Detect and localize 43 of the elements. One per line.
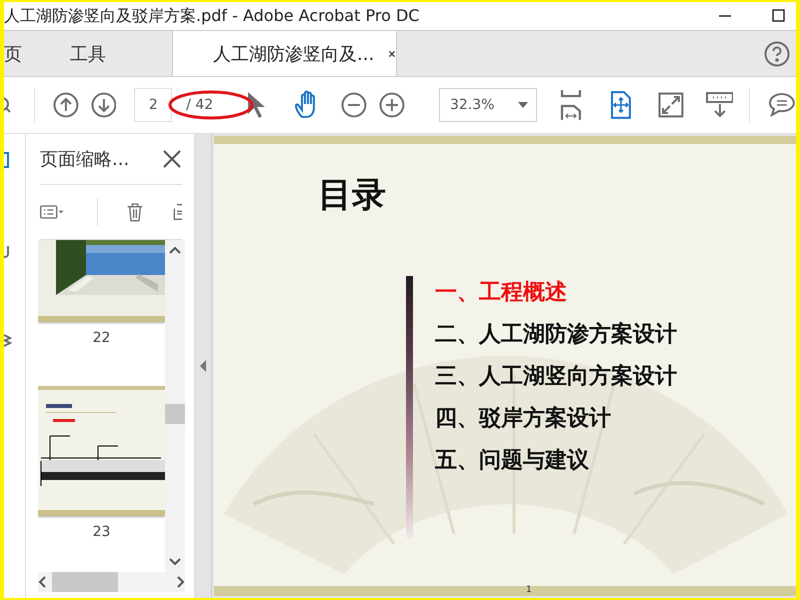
toc-item: 五、问题与建议 — [435, 447, 590, 475]
comment-icon[interactable] — [768, 91, 796, 119]
full-screen-icon[interactable] — [658, 92, 684, 118]
tab[interactable]: 人工湖防渗竖向及... — [172, 31, 397, 76]
pages-icon[interactable] — [4, 152, 10, 168]
close-icon[interactable] — [162, 149, 182, 169]
zoom-dropdown[interactable]: 32.3% — [438, 88, 537, 122]
panel-title: 页面缩略... — [40, 148, 130, 171]
help-icon[interactable] — [764, 40, 790, 66]
select-tool-icon[interactable] — [246, 91, 266, 119]
fit-width-icon[interactable] — [560, 89, 582, 121]
page-label: 22 — [92, 330, 110, 346]
page-number: 1 — [526, 585, 532, 595]
next-page-icon[interactable] — [90, 92, 116, 118]
vertical-scrollbar[interactable] — [165, 240, 185, 572]
page-label: 23 — [92, 524, 110, 540]
scroll-down-icon[interactable] — [169, 558, 181, 566]
collapse-panel-icon[interactable] — [200, 360, 206, 372]
scroll-left-icon[interactable] — [38, 576, 46, 588]
toc-item: 四、驳岸方案设计 — [435, 404, 612, 433]
page-number-field[interactable]: 2 — [134, 88, 172, 122]
scroll-right-icon[interactable] — [177, 576, 185, 588]
zoom-in-icon[interactable] — [379, 92, 405, 118]
fit-page-icon[interactable] — [610, 91, 632, 119]
toc-item: 三、人工湖竖向方案设计 — [435, 362, 677, 391]
scroll-thumb[interactable] — [52, 572, 118, 592]
zoom-out-icon[interactable] — [341, 92, 368, 118]
layers-icon[interactable] — [4, 332, 12, 348]
search-icon[interactable] — [4, 95, 12, 115]
page-count: / 42 — [186, 97, 214, 113]
horizontal-scrollbar[interactable] — [38, 572, 185, 592]
slide-title: 目录 — [318, 174, 387, 217]
tab[interactable]: 页 — [4, 31, 70, 76]
caret-icon — [518, 102, 528, 108]
maximize-icon[interactable] — [772, 9, 786, 23]
window-title: 人工湖防渗竖向及驳岸方案.pdf - Adobe Acrobat Pro DC — [4, 6, 420, 26]
toc-item: 一、工程概述 — [435, 279, 568, 307]
tab[interactable]: 工具 — [70, 31, 132, 76]
toc-item: 二、人工湖防渗方案设计 — [435, 320, 677, 349]
scroll-up-icon[interactable] — [169, 246, 181, 254]
read-mode-icon[interactable] — [706, 91, 734, 119]
previous-page-icon[interactable] — [52, 92, 79, 118]
scroll-thumb[interactable] — [165, 404, 185, 424]
